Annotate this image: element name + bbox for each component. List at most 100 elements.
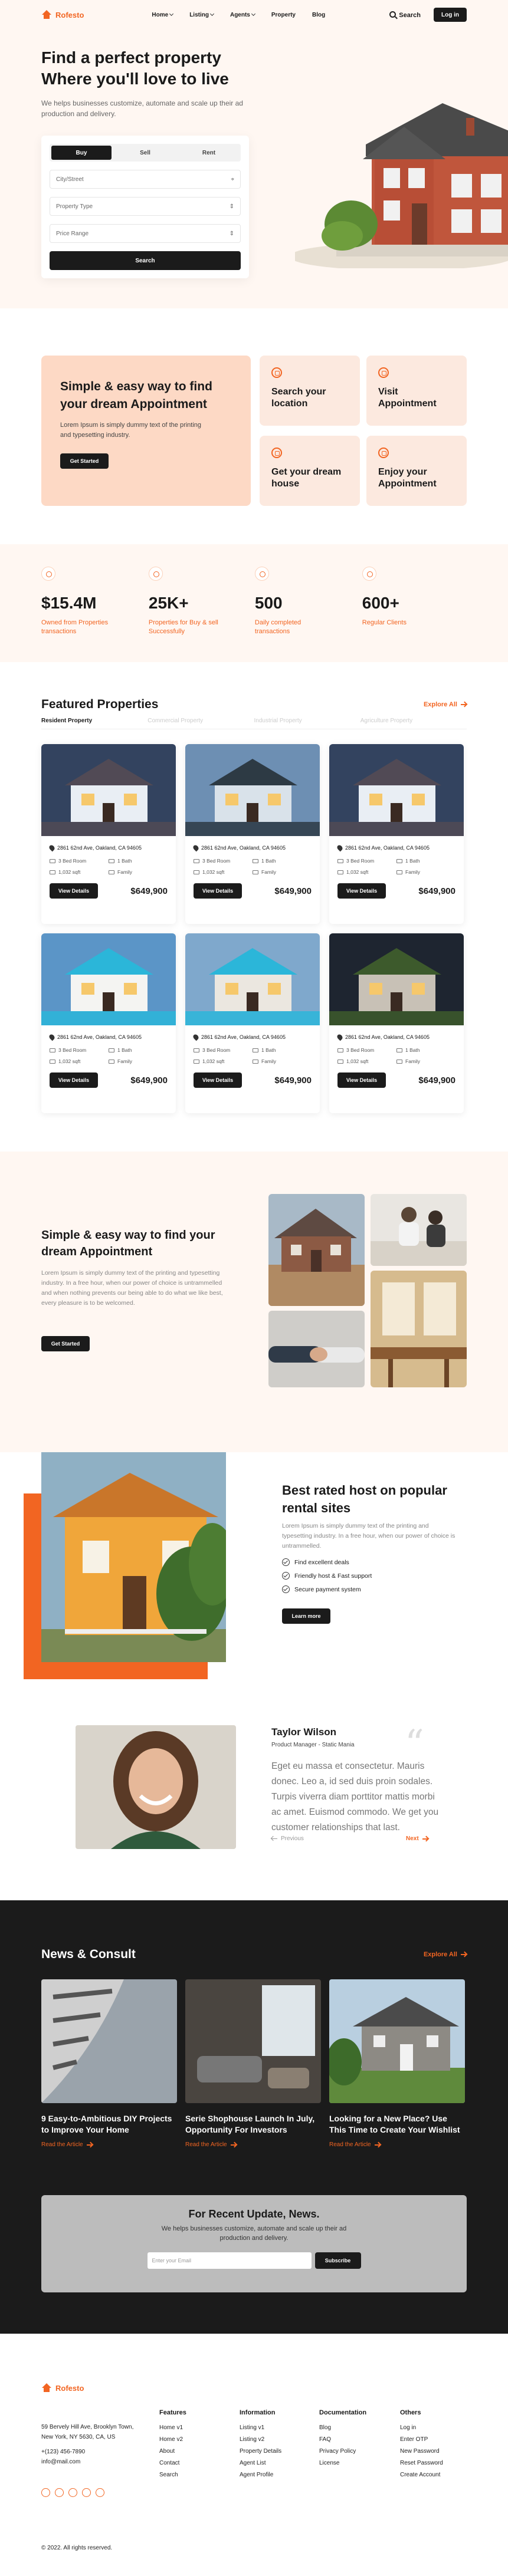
tab-resident[interactable]: Resident Property bbox=[41, 718, 148, 724]
brand-logo[interactable]: Rofesto bbox=[41, 10, 84, 19]
footer-link[interactable]: Listing v2 bbox=[240, 2436, 281, 2443]
view-details-button[interactable]: View Details bbox=[50, 1072, 98, 1088]
twitter-icon[interactable] bbox=[55, 2488, 64, 2497]
read-article-link[interactable]: Read the Article bbox=[329, 2141, 465, 2148]
tab-industrial[interactable]: Industrial Property bbox=[254, 718, 360, 724]
property-beds: 3 Bed Room bbox=[202, 858, 231, 864]
newsletter-text: We helps businesses customize, automate … bbox=[161, 2225, 347, 2242]
footer-link[interactable]: Reset Password bbox=[400, 2460, 443, 2466]
view-details-button[interactable]: View Details bbox=[50, 883, 98, 899]
explore-label: Explore All bbox=[423, 1951, 457, 1958]
appointment-get-started-button[interactable]: Get Started bbox=[41, 1336, 90, 1351]
area-icon bbox=[50, 870, 55, 874]
news-card[interactable]: 9 Easy-to-Ambitious DIY Projects to Impr… bbox=[41, 1979, 177, 2148]
get-started-button[interactable]: Get Started bbox=[60, 453, 109, 469]
nav-link-blog[interactable]: Blog bbox=[312, 12, 325, 18]
stat-item: 500 Daily completed transactions bbox=[254, 567, 362, 662]
tab-rent[interactable]: Rent bbox=[179, 146, 239, 160]
footer-link[interactable]: Listing v1 bbox=[240, 2424, 281, 2431]
property-card[interactable]: 2861 62nd Ave, Oakland, CA 94605 3 Bed Ro… bbox=[41, 933, 176, 1113]
read-article-link[interactable]: Read the Article bbox=[41, 2141, 177, 2148]
featured-section: Featured Properties Explore All Resident… bbox=[0, 662, 508, 1152]
hero-search-button[interactable]: Search bbox=[50, 251, 241, 270]
location-pin-icon bbox=[192, 1033, 200, 1041]
explore-all-link[interactable]: Explore All bbox=[424, 701, 467, 708]
tab-commercial[interactable]: Commercial Property bbox=[148, 718, 254, 724]
service-card-visit[interactable]: Visit Appointment bbox=[366, 356, 467, 426]
footer-link[interactable]: License bbox=[319, 2460, 366, 2466]
footer-brand-logo[interactable]: Rofesto bbox=[41, 2383, 467, 2393]
nav-link-home[interactable]: Home bbox=[152, 12, 174, 18]
view-details-button[interactable]: View Details bbox=[337, 883, 386, 899]
property-price: $649,900 bbox=[130, 886, 168, 896]
facebook-icon[interactable] bbox=[41, 2488, 50, 2497]
read-article-link[interactable]: Read the Article bbox=[185, 2141, 321, 2148]
footer-link[interactable]: Agent List bbox=[240, 2460, 281, 2466]
footer-column: Features Home v1 Home v2 About Contact Search bbox=[159, 2409, 186, 2483]
next-button[interactable]: Next bbox=[406, 1835, 428, 1842]
linkedin-icon[interactable] bbox=[82, 2488, 91, 2497]
host-house-photo bbox=[41, 1452, 226, 1662]
footer-link[interactable]: Home v2 bbox=[159, 2436, 186, 2443]
hero-house-image bbox=[295, 103, 508, 268]
view-details-button[interactable]: View Details bbox=[337, 1072, 386, 1088]
footer-link[interactable]: FAQ bbox=[319, 2436, 366, 2443]
nav-link-agents[interactable]: Agents bbox=[230, 12, 255, 18]
footer-phone[interactable]: +(123) 456-7890 bbox=[41, 2447, 139, 2457]
tab-agriculture[interactable]: Agriculture Property bbox=[360, 718, 467, 724]
footer-link[interactable]: Enter OTP bbox=[400, 2436, 443, 2443]
family-icon bbox=[253, 870, 258, 874]
footer-link[interactable]: Home v1 bbox=[159, 2424, 186, 2431]
property-area: 1,032 sqft bbox=[202, 869, 225, 875]
news-explore-all-link[interactable]: Explore All bbox=[424, 1951, 467, 1958]
subscribe-button[interactable]: Subscribe bbox=[314, 2252, 361, 2269]
service-card-dream-house[interactable]: Get your dream house bbox=[260, 436, 360, 506]
footer-link[interactable]: Log in bbox=[400, 2424, 443, 2431]
email-input[interactable]: Enter your Email bbox=[147, 2252, 312, 2269]
service-card-search[interactable]: Search your location bbox=[260, 356, 360, 426]
nav-link-listing[interactable]: Listing bbox=[189, 12, 215, 18]
property-card[interactable]: 2861 62nd Ave, Oakland, CA 94605 3 Bed Ro… bbox=[41, 744, 176, 924]
instagram-icon[interactable] bbox=[68, 2488, 77, 2497]
view-details-button[interactable]: View Details bbox=[194, 1072, 242, 1088]
tab-sell[interactable]: Sell bbox=[115, 146, 175, 160]
property-card[interactable]: 2861 62nd Ave, Oakland, CA 94605 3 Bed Ro… bbox=[185, 744, 320, 924]
property-beds: 3 Bed Room bbox=[346, 1047, 375, 1053]
footer-link[interactable]: Create Account bbox=[400, 2472, 443, 2478]
youtube-icon[interactable] bbox=[96, 2488, 104, 2497]
login-button[interactable]: Log in bbox=[434, 8, 467, 22]
services-intro-card: Simple & easy way to find your dream App… bbox=[41, 356, 251, 506]
footer-link[interactable]: Property Details bbox=[240, 2448, 281, 2455]
footer-link[interactable]: Contact bbox=[159, 2460, 186, 2466]
footer-link[interactable]: Blog bbox=[319, 2424, 366, 2431]
price-range-select[interactable]: Price Range ⇕ bbox=[50, 224, 241, 243]
previous-button[interactable]: Previous bbox=[271, 1835, 304, 1842]
news-card[interactable]: Serie Shophouse Launch In July, Opportun… bbox=[185, 1979, 321, 2148]
property-card[interactable]: 2861 62nd Ave, Oakland, CA 94605 3 Bed Ro… bbox=[185, 933, 320, 1113]
nav-link-property[interactable]: Property bbox=[271, 12, 296, 18]
location-pin-icon: ⌖ bbox=[231, 176, 234, 183]
footer-link[interactable]: New Password bbox=[400, 2448, 443, 2455]
service-card-enjoy[interactable]: Enjoy your Appointment bbox=[366, 436, 467, 506]
footer-link[interactable]: Privacy Policy bbox=[319, 2448, 366, 2455]
property-area: 1,032 sqft bbox=[58, 869, 81, 875]
footer-link[interactable]: About bbox=[159, 2448, 186, 2455]
footer-link[interactable]: Search bbox=[159, 2472, 186, 2478]
view-details-button[interactable]: View Details bbox=[194, 883, 242, 899]
footer-link[interactable]: Agent Profile bbox=[240, 2472, 281, 2478]
tab-buy[interactable]: Buy bbox=[51, 146, 112, 160]
calendar-icon bbox=[378, 367, 389, 378]
property-card[interactable]: 2861 62nd Ave, Oakland, CA 94605 3 Bed Ro… bbox=[329, 933, 464, 1113]
property-price: $649,900 bbox=[130, 1075, 168, 1085]
city-street-field[interactable]: City/Street ⌖ bbox=[50, 170, 241, 189]
property-type-select[interactable]: Property Type ⇕ bbox=[50, 197, 241, 216]
check-circle-icon bbox=[282, 1572, 290, 1580]
news-card-title: Serie Shophouse Launch In July, Opportun… bbox=[185, 2114, 315, 2134]
property-card[interactable]: 2861 62nd Ave, Oakland, CA 94605 3 Bed Ro… bbox=[329, 744, 464, 924]
learn-more-button[interactable]: Learn more bbox=[282, 1608, 330, 1624]
footer-email[interactable]: info@mail.com bbox=[41, 2457, 139, 2467]
news-card[interactable]: Looking for a New Place? Use This Time t… bbox=[326, 1979, 465, 2148]
search-button[interactable]: Search bbox=[389, 11, 421, 19]
read-label: Read the Article bbox=[329, 2141, 371, 2148]
stat-label: Owned from Properties transactions bbox=[41, 619, 109, 635]
